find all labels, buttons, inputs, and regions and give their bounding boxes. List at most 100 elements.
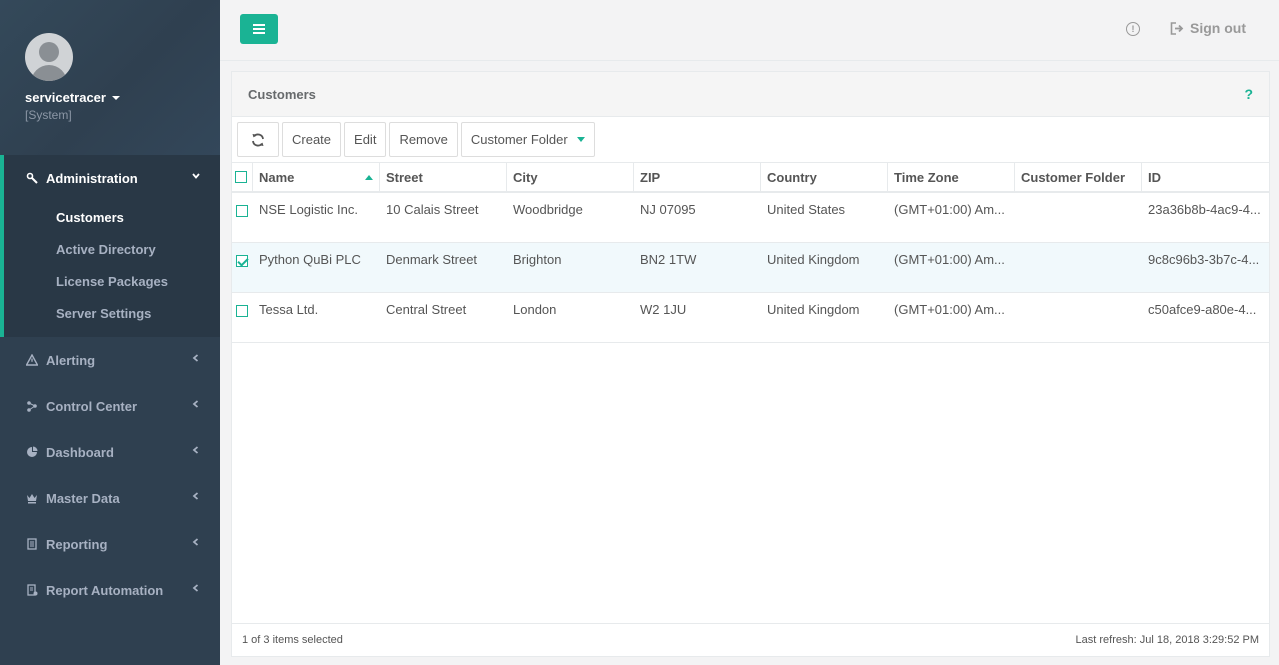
- cell-time-zone: (GMT+01:00) Am...: [894, 302, 1005, 317]
- sidebar-item-reporting[interactable]: Reporting: [0, 521, 220, 567]
- cell-time-zone: (GMT+01:00) Am...: [894, 252, 1005, 267]
- sidebar-item-master-data[interactable]: Master Data: [0, 475, 220, 521]
- sign-out-icon: [1170, 21, 1184, 35]
- cell-city: London: [513, 302, 557, 317]
- avatar[interactable]: [25, 33, 73, 81]
- sign-out-label: Sign out: [1190, 20, 1246, 36]
- row-checkbox[interactable]: [236, 305, 248, 317]
- sidebar-item-alerting[interactable]: Alerting: [0, 337, 220, 383]
- column-header-street[interactable]: Street: [380, 163, 507, 191]
- nav-label: Master Data: [46, 490, 120, 506]
- remove-button[interactable]: Remove: [389, 122, 458, 157]
- column-header-country[interactable]: Country: [761, 163, 888, 191]
- panel-header: Customers ?: [232, 72, 1269, 117]
- refresh-icon: [252, 133, 264, 146]
- chevron-left-icon: [192, 400, 199, 408]
- column-header-city[interactable]: City: [507, 163, 634, 191]
- menu-toggle-button[interactable]: [240, 14, 278, 44]
- sidebar-item-dashboard[interactable]: Dashboard: [0, 429, 220, 475]
- cell-country: United States: [767, 202, 846, 217]
- customers-panel: Customers ? Create Edit Remove Customer …: [231, 71, 1270, 657]
- column-label: Name: [259, 169, 295, 185]
- sidebar-item-server-settings[interactable]: Server Settings: [4, 297, 220, 329]
- table-row-selected[interactable]: Python QuBi PLC Denmark Street Brighton …: [232, 243, 1269, 293]
- sort-ascending-icon: [365, 175, 373, 180]
- cell-zip: W2 1JU: [640, 302, 687, 317]
- sidebar-item-control-center[interactable]: Control Center: [0, 383, 220, 429]
- chevron-left-icon: [192, 492, 199, 500]
- help-icon[interactable]: ?: [1244, 86, 1253, 102]
- chevron-left-icon: [192, 446, 199, 454]
- sidebar-item-active-directory[interactable]: Active Directory: [4, 233, 220, 265]
- customer-folder-dropdown[interactable]: Customer Folder: [460, 122, 595, 157]
- cell-zip: BN2 1TW: [640, 252, 697, 267]
- sidebar: servicetracer [System] Administration Cu…: [0, 0, 220, 665]
- cell-country: United Kingdom: [767, 252, 860, 267]
- cell-id: c50afce9-a80e-4...: [1148, 302, 1257, 317]
- cell-zip: NJ 07095: [640, 202, 696, 217]
- cell-id: 23a36b8b-4ac9-4...: [1148, 202, 1261, 217]
- row-checkbox-checked[interactable]: [236, 255, 248, 267]
- top-navbar: ! Sign out: [220, 0, 1279, 61]
- nav-label: Reporting: [46, 536, 108, 552]
- column-header-time-zone[interactable]: Time Zone: [888, 163, 1015, 191]
- nav-label: Alerting: [46, 352, 96, 368]
- cell-name: NSE Logistic Inc.: [259, 202, 358, 217]
- cell-country: United Kingdom: [767, 302, 860, 317]
- selection-status: 1 of 3 items selected: [242, 634, 343, 646]
- cell-name: Tessa Ltd.: [259, 302, 319, 317]
- grid-footer: 1 of 3 items selected Last refresh: Jul …: [232, 623, 1269, 656]
- info-icon[interactable]: !: [1126, 22, 1140, 36]
- report-automation-icon: [25, 583, 39, 597]
- hamburger-icon: [253, 24, 265, 34]
- pie-chart-icon: [25, 445, 39, 459]
- nav-label: Administration: [46, 170, 138, 186]
- caret-down-icon: [576, 137, 585, 142]
- cell-customer-folder: [1015, 193, 1142, 242]
- panel-title: Customers: [248, 86, 316, 102]
- control-center-icon: [25, 399, 39, 413]
- chevron-down-icon: [192, 173, 200, 179]
- select-all-cell: [232, 163, 253, 191]
- profile: servicetracer [System]: [0, 0, 220, 155]
- nav-administration: Administration Customers Active Director…: [0, 155, 220, 337]
- cell-time-zone: (GMT+01:00) Am...: [894, 202, 1005, 217]
- column-header-customer-folder[interactable]: Customer Folder: [1015, 163, 1142, 191]
- chevron-left-icon: [192, 354, 199, 362]
- warning-icon: [25, 353, 39, 367]
- cell-street: Denmark Street: [386, 252, 478, 267]
- cell-id: 9c8c96b3-3b7c-4...: [1148, 252, 1260, 267]
- sidebar-item-customers[interactable]: Customers: [4, 201, 220, 233]
- row-select-cell: [232, 293, 253, 342]
- nav-label: Report Automation: [46, 582, 164, 598]
- cell-city: Woodbridge: [513, 202, 583, 217]
- cell-customer-folder: [1015, 243, 1142, 292]
- user-role: [System]: [25, 108, 72, 122]
- nav-label: Control Center: [46, 398, 137, 414]
- row-select-cell: [232, 193, 253, 242]
- column-header-zip[interactable]: ZIP: [634, 163, 761, 191]
- customer-folder-label: Customer Folder: [470, 132, 568, 147]
- row-checkbox[interactable]: [236, 205, 248, 217]
- column-header-id[interactable]: ID: [1142, 163, 1268, 191]
- username-dropdown[interactable]: servicetracer: [25, 90, 220, 105]
- refresh-button[interactable]: [237, 122, 279, 157]
- select-all-checkbox[interactable]: [235, 171, 247, 183]
- column-header-name[interactable]: Name: [253, 163, 380, 191]
- sidebar-item-report-automation[interactable]: Report Automation: [0, 567, 220, 613]
- sign-out-link[interactable]: Sign out: [1170, 20, 1246, 36]
- table-row[interactable]: NSE Logistic Inc. 10 Calais Street Woodb…: [232, 193, 1269, 243]
- table-row[interactable]: Tessa Ltd. Central Street London W2 1JU …: [232, 293, 1269, 343]
- nav-label: Dashboard: [46, 444, 114, 460]
- create-button[interactable]: Create: [282, 122, 342, 157]
- edit-button[interactable]: Edit: [344, 122, 387, 157]
- report-icon: [25, 537, 39, 551]
- sidebar-item-license-packages[interactable]: License Packages: [4, 265, 220, 297]
- grid-header: Name Street City ZIP Country Time Zone C…: [232, 163, 1269, 193]
- cell-street: Central Street: [386, 302, 467, 317]
- crown-icon: [25, 491, 39, 505]
- wrench-icon: [25, 171, 39, 185]
- nav-item-administration[interactable]: Administration: [4, 155, 220, 201]
- grid-toolbar: Create Edit Remove Customer Folder: [232, 117, 1269, 163]
- cell-name: Python QuBi PLC: [259, 252, 361, 267]
